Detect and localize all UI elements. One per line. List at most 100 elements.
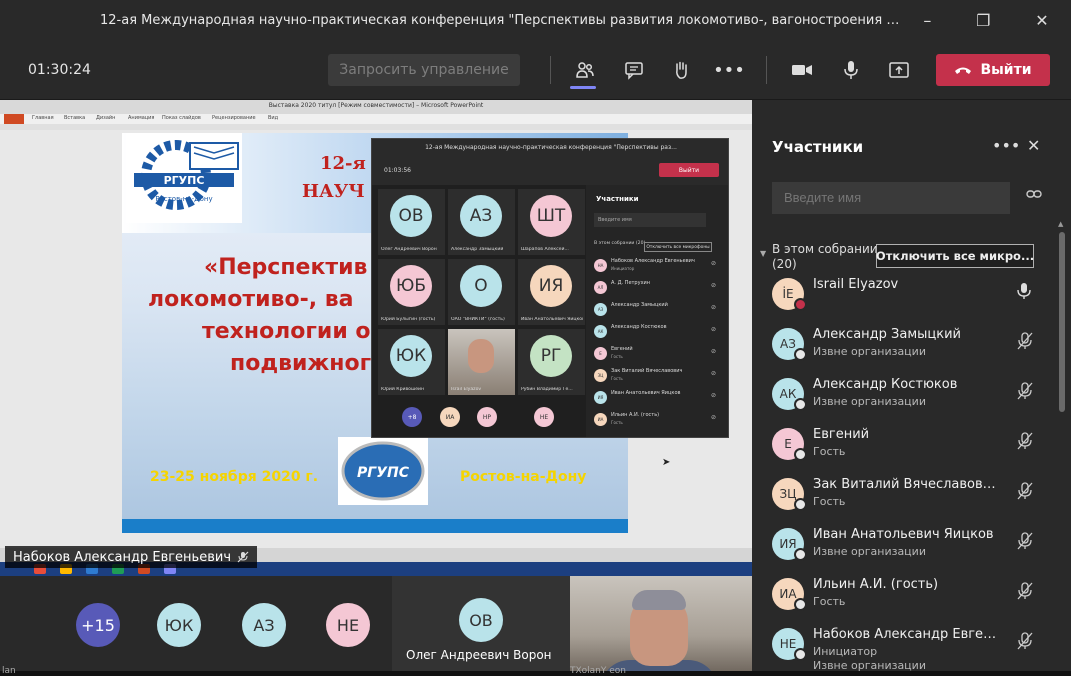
presence-badge <box>794 648 807 661</box>
avatar-initials: ШТ <box>536 206 566 226</box>
search-participants-input[interactable] <box>772 182 1010 214</box>
participant-row[interactable]: ИА Ильин А.И. (гость) Гость <box>772 570 1042 620</box>
participant-row[interactable]: АЗ Александр Замыцкий Извне организации <box>772 320 1042 370</box>
more-icon[interactable]: ••• <box>713 54 745 86</box>
slide-line-2: НАУЧ <box>302 181 365 202</box>
nested-participant-row: ИА Ильин А.И. (гость) Гость ⊘ <box>594 409 724 431</box>
request-control-button[interactable]: Запросить управление <box>328 54 520 86</box>
share-invite-icon[interactable] <box>1026 188 1042 204</box>
participant-name: Евгений <box>813 427 870 442</box>
nested-bottom-avatar: НР <box>477 407 497 427</box>
self-video-tile[interactable] <box>570 576 752 676</box>
overflow-participants-button[interactable]: +15 <box>76 603 120 647</box>
avatar: ОВ <box>390 195 432 237</box>
mic-off-icon: ⊘ <box>710 304 716 311</box>
video-face <box>468 339 494 373</box>
tile-name: ОАО "ВНИКТИ" (гость) <box>451 317 505 322</box>
avatar: РГ <box>530 335 572 377</box>
participant-role: Извне организации <box>813 395 926 409</box>
mic-off-icon: ⊘ <box>710 326 716 333</box>
participant-avatar: ОВ <box>459 598 503 642</box>
mic-off-icon[interactable] <box>1016 332 1034 354</box>
panel-close-icon[interactable]: ✕ <box>1027 136 1040 155</box>
nested-tile: ЮК Юрий Кривошеин <box>378 329 445 395</box>
participant-role-line: Гость <box>813 595 846 608</box>
participant-row[interactable]: ИЯ Иван Анатольевич Яицков Извне организац… <box>772 520 1042 570</box>
avatar: ЮК <box>390 335 432 377</box>
participants-icon[interactable] <box>569 54 601 86</box>
mouse-cursor-icon: ➤ <box>662 457 671 468</box>
nested-overflow-avatar: +8 <box>402 407 422 427</box>
mic-off-icon[interactable] <box>1016 482 1034 504</box>
participant-row[interactable]: НЕ Набоков Александр Евгенье... Инициатор И… <box>772 620 1042 673</box>
avatar: ИЯ <box>594 391 607 404</box>
participant-row[interactable]: АК Александр Костюков Извне организации <box>772 370 1042 420</box>
participant-role: Извне организации <box>813 545 926 559</box>
mic-off-icon: ⊘ <box>710 260 716 267</box>
mic-off-icon[interactable] <box>1016 632 1034 654</box>
tile-name: Юрий Кривошеин <box>381 387 425 392</box>
presence-badge <box>794 298 807 311</box>
mic-off-icon[interactable] <box>1016 382 1034 404</box>
section-label[interactable]: В этом собрании (20) <box>772 242 878 272</box>
ppt-tab: Анимация <box>128 115 155 121</box>
slide-line-1: 12-я <box>320 153 366 174</box>
avatar-initials: НА <box>597 263 604 268</box>
tile-name: Рубин Владимир Ге... <box>521 387 573 392</box>
participant-avatar[interactable]: ЮК <box>157 603 201 647</box>
close-icon[interactable]: ✕ <box>1035 11 1048 30</box>
participant-tile[interactable]: ОВ Олег Андреевич Ворон <box>392 576 570 676</box>
avatar-initials: ИА <box>779 587 797 601</box>
ppt-tab: Показ слайдов <box>162 115 201 121</box>
mic-off-icon[interactable] <box>1016 432 1034 454</box>
nested-participant-row: ИЯ Иван Анатольевич Яицков ⊘ <box>594 387 724 409</box>
avatar-initials: ИА <box>597 417 604 422</box>
participant-name: Набоков Александр Евгенье... <box>813 627 1003 642</box>
tile-name: Олег Андреевич Ворон <box>381 247 437 252</box>
avatar-initials: О <box>474 276 488 296</box>
avatar-initials: ЗЦ <box>597 373 604 378</box>
participant-row[interactable]: Е Евгений Гость <box>772 420 1042 470</box>
tile-name: Иван Анатольевич Яицков <box>521 317 583 322</box>
mute-all-button[interactable]: Отключить все микро... <box>876 244 1034 268</box>
mic-off-icon[interactable] <box>1016 582 1034 604</box>
participant-avatar[interactable]: НЕ <box>326 603 370 647</box>
nested-participant-role: Гость <box>611 354 623 359</box>
mic-icon[interactable] <box>835 54 867 86</box>
panel-scrollbar[interactable] <box>1059 232 1065 412</box>
minimize-icon[interactable]: – <box>923 11 931 30</box>
share-icon[interactable] <box>883 54 915 86</box>
presence-badge <box>794 598 807 611</box>
file-tab <box>4 114 24 124</box>
bottom-participant-strip: +15 ЮК АЗ НЕ ОВ Олег Андреевич Ворон <box>0 576 752 676</box>
chat-icon[interactable] <box>618 54 650 86</box>
camera-icon[interactable] <box>786 54 818 86</box>
overflow-count: +15 <box>81 615 115 635</box>
panel-more-icon[interactable]: ••• <box>992 136 1020 155</box>
section-collapse-icon[interactable]: ▼ <box>760 249 766 258</box>
participant-role-line: Извне организации <box>813 395 926 408</box>
participant-role: Инициатор Извне организации <box>813 645 926 673</box>
participant-row[interactable]: ЗЦ Зак Виталий Вячеславович ... Гость <box>772 470 1042 520</box>
avatar-initials: ЮК <box>164 615 194 635</box>
mic-icon[interactable] <box>1016 282 1032 304</box>
maximize-icon[interactable]: ❐ <box>976 11 990 30</box>
nested-bottom-avatar: НЕ <box>534 407 554 427</box>
scroll-up-icon[interactable]: ▲ <box>1058 220 1063 228</box>
avatar-initials: АЗ <box>253 615 275 635</box>
avatar-initials: АЗ <box>780 337 796 351</box>
avatar-initials: ИЯ <box>597 395 604 400</box>
avatar: АЗ <box>594 303 607 316</box>
nested-participant-row: ЗЦ Зак Виталий Вячеславович Гость ⊘ <box>594 365 724 387</box>
mic-off-icon[interactable] <box>1016 532 1034 554</box>
nested-mute-all: Отключить все микрофоны <box>644 242 712 252</box>
participant-row[interactable]: İE İsrail Elyazov <box>772 270 1042 320</box>
nested-toolbar: 01:03:56 Выйти <box>372 157 728 185</box>
avatar: АЗ <box>460 195 502 237</box>
mic-off-icon: ⊘ <box>710 392 716 399</box>
participant-avatar[interactable]: АЗ <box>242 603 286 647</box>
nested-tile: ЮБ Юрий Булыгин (гость) <box>378 259 445 325</box>
raise-hand-icon[interactable] <box>665 54 697 86</box>
leave-button[interactable]: Выйти <box>936 54 1050 86</box>
participant-role-line: Гость <box>813 495 846 508</box>
